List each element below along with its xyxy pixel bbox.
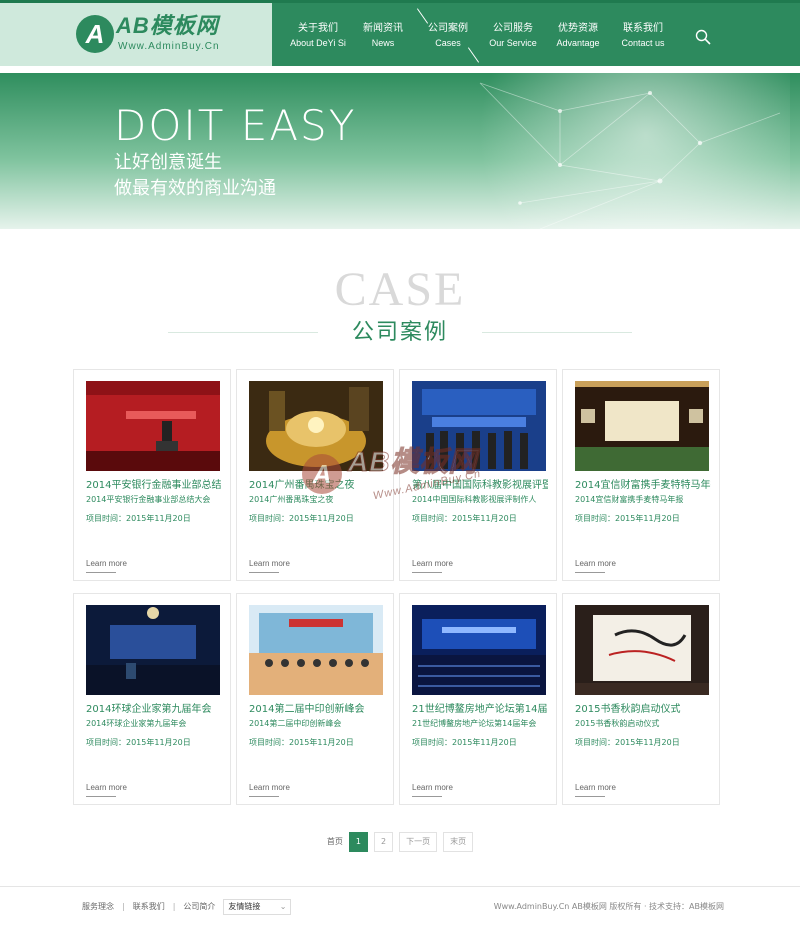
case-subtitle: 2014宜信财富携手麦特马年报 — [575, 495, 684, 504]
footer-links: 服务理念 | 联系我们 | 公司简介 友情链接 ⌄ — [82, 899, 292, 915]
learn-more-underline — [249, 572, 279, 573]
learn-more-link[interactable]: Learn more — [575, 558, 616, 570]
case-title[interactable]: 2014平安银行金融事业部总结大 — [86, 479, 222, 493]
watermark-mark: A — [302, 454, 342, 494]
case-title[interactable]: 21世纪博鳌房地产论坛第14届年会 — [412, 703, 548, 717]
pagination: 首页 1 2 下一页 末页 — [0, 832, 800, 852]
footer-link-contact[interactable]: 联系我们 — [133, 899, 165, 915]
case-thumbnail[interactable] — [412, 605, 546, 695]
logo-url: Www.AdminBuy.Cn — [118, 41, 220, 52]
pagination-first[interactable]: 首页 — [327, 833, 343, 851]
nav-item-label-cn: 优势资源 — [558, 23, 598, 34]
section-title-cn: 公司案例 — [351, 320, 448, 345]
footer-copyright: Www.AdminBuy.Cn AB模板网 版权所有 · 技术支持：AB模板网 — [493, 902, 724, 911]
case-card[interactable]: 2014第二届中印创新峰会 2014第二届中印创新峰会 项目时间：2015年11… — [236, 593, 394, 805]
chevron-down-icon: ⌄ — [279, 902, 287, 911]
case-thumbnail[interactable] — [249, 605, 383, 695]
case-date: 项目时间：2015年11月20日 — [86, 514, 191, 523]
learn-more-link[interactable]: Learn more — [86, 558, 127, 570]
nav-item-about[interactable]: 关于我们 About DeYi Si — [286, 3, 350, 66]
nav-item-news[interactable]: 新闻资讯 News — [351, 3, 415, 66]
case-card[interactable]: 2015书香秋韵启动仪式 2015书香秋韵启动仪式 项目时间：2015年11月2… — [562, 593, 720, 805]
banner-subtitle-1: 让好创意诞生 — [114, 152, 222, 173]
nav-item-label-en: Cases — [435, 38, 461, 48]
case-date: 项目时间：2015年11月20日 — [412, 514, 517, 523]
learn-more-underline — [412, 796, 442, 797]
case-title[interactable]: 2014第二届中印创新峰会 — [249, 703, 385, 717]
case-thumbnail[interactable] — [575, 605, 709, 695]
logo-title: AB模板网 — [116, 13, 219, 38]
nav-item-label-cn: 公司案例 — [428, 23, 468, 34]
nav-item-cases[interactable]: 公司案例 Cases — [416, 3, 480, 66]
learn-more-link[interactable]: Learn more — [412, 558, 453, 570]
learn-more-underline — [249, 796, 279, 797]
footer-link-about[interactable]: 公司简介 — [183, 899, 215, 915]
site-footer: 服务理念 | 联系我们 | 公司简介 友情链接 ⌄ Www.AdminBuy.C… — [0, 886, 800, 936]
banner-title: DOIT EASY — [114, 101, 357, 150]
case-subtitle: 2015书香秋韵启动仪式 — [575, 719, 660, 728]
pagination-page-1[interactable]: 1 — [348, 832, 368, 852]
case-subtitle: 21世纪博鳌房地产论坛第14届年会 — [412, 719, 537, 728]
case-card[interactable]: 21世纪博鳌房地产论坛第14届年会 21世纪博鳌房地产论坛第14届年会 项目时间… — [399, 593, 557, 805]
nav-item-label-cn: 公司服务 — [493, 23, 533, 34]
case-card[interactable]: 2014平安银行金融事业部总结大 2014平安银行金融事业部总结大会 项目时间：… — [73, 369, 231, 581]
case-date: 项目时间：2015年11月20日 — [249, 514, 354, 523]
friend-links-select[interactable]: 友情链接 ⌄ — [223, 899, 292, 915]
case-thumbnail[interactable] — [86, 605, 220, 695]
footer-separator: | — [122, 902, 125, 911]
case-title[interactable]: 2014宜信财富携手麦特特马年报 — [575, 479, 711, 493]
learn-more-link[interactable]: Learn more — [249, 782, 290, 794]
case-subtitle: 2014环球企业家第九届年会 — [86, 719, 187, 728]
nav-item-label-cn: 联系我们 — [623, 23, 663, 34]
case-date: 项目时间：2015年11月20日 — [575, 514, 680, 523]
case-thumbnail[interactable] — [86, 381, 220, 471]
nav-item-label-cn: 关于我们 — [298, 23, 338, 34]
nav-item-label-cn: 新闻资讯 — [363, 23, 403, 34]
main-nav: 关于我们 About DeYi Si 新闻资讯 News 公司案例 Cases … — [286, 3, 676, 66]
case-subtitle: 2014平安银行金融事业部总结大会 — [86, 495, 211, 504]
learn-more-link[interactable]: Learn more — [86, 782, 127, 794]
nav-item-advantage[interactable]: 优势资源 Advantage — [546, 3, 610, 66]
nav-item-label-en: Advantage — [556, 38, 600, 48]
pagination-last[interactable]: 末页 — [443, 832, 474, 852]
learn-more-link[interactable]: Learn more — [249, 558, 290, 570]
watermark: A AB模板网 Www.AdminBuy.Cn — [302, 432, 522, 502]
case-date: 项目时间：2015年11月20日 — [412, 738, 517, 747]
case-date: 项目时间：2015年11月20日 — [249, 738, 354, 747]
nav-item-label-en: Our Service — [489, 38, 537, 48]
nav-item-service[interactable]: 公司服务 Our Service — [481, 3, 545, 66]
nav-item-label-en: Contact us — [621, 38, 665, 48]
learn-more-underline — [412, 572, 442, 573]
nav-item-label-en: News — [371, 38, 395, 48]
case-date: 项目时间：2015年11月20日 — [575, 738, 680, 747]
footer-separator: | — [172, 902, 176, 911]
site-header: A AB模板网 Www.AdminBuy.Cn 关于我们 About DeYi … — [0, 0, 800, 66]
section-title-en: CASE — [334, 263, 466, 316]
nav-item-label-en: About DeYi Si — [290, 38, 346, 48]
case-card[interactable]: 2014宜信财富携手麦特特马年报 2014宜信财富携手麦特马年报 项目时间：20… — [562, 369, 720, 581]
friend-links-select-value: 友情链接 — [228, 902, 261, 911]
logo-mark-icon: A — [76, 15, 114, 53]
case-date: 项目时间：2015年11月20日 — [86, 738, 191, 747]
learn-more-link[interactable]: Learn more — [575, 782, 616, 794]
hero-banner: DOIT EASY 让好创意诞生 做最有效的商业沟通 — [0, 73, 800, 229]
learn-more-underline — [86, 572, 116, 573]
nav-item-contact[interactable]: 联系我们 Contact us — [611, 3, 675, 66]
pagination-next[interactable]: 下一页 — [399, 832, 438, 852]
case-thumbnail[interactable] — [575, 381, 709, 471]
learn-more-underline — [575, 796, 605, 797]
case-subtitle: 2014第二届中印创新峰会 — [249, 719, 342, 728]
learn-more-underline — [575, 572, 605, 573]
logo[interactable]: A AB模板网 Www.AdminBuy.Cn — [0, 3, 272, 66]
case-title[interactable]: 2015书香秋韵启动仪式 — [575, 703, 711, 717]
footer-link-philosophy[interactable]: 服务理念 — [82, 899, 114, 915]
case-card[interactable]: 2014环球企业家第九届年会 2014环球企业家第九届年会 项目时间：2015年… — [73, 593, 231, 805]
learn-more-underline — [86, 796, 116, 797]
banner-subtitle-2: 做最有效的商业沟通 — [114, 178, 276, 199]
learn-more-link[interactable]: Learn more — [412, 782, 453, 794]
pagination-page-2[interactable]: 2 — [374, 832, 394, 852]
case-title[interactable]: 2014环球企业家第九届年会 — [86, 703, 222, 717]
search-icon[interactable] — [695, 29, 711, 45]
